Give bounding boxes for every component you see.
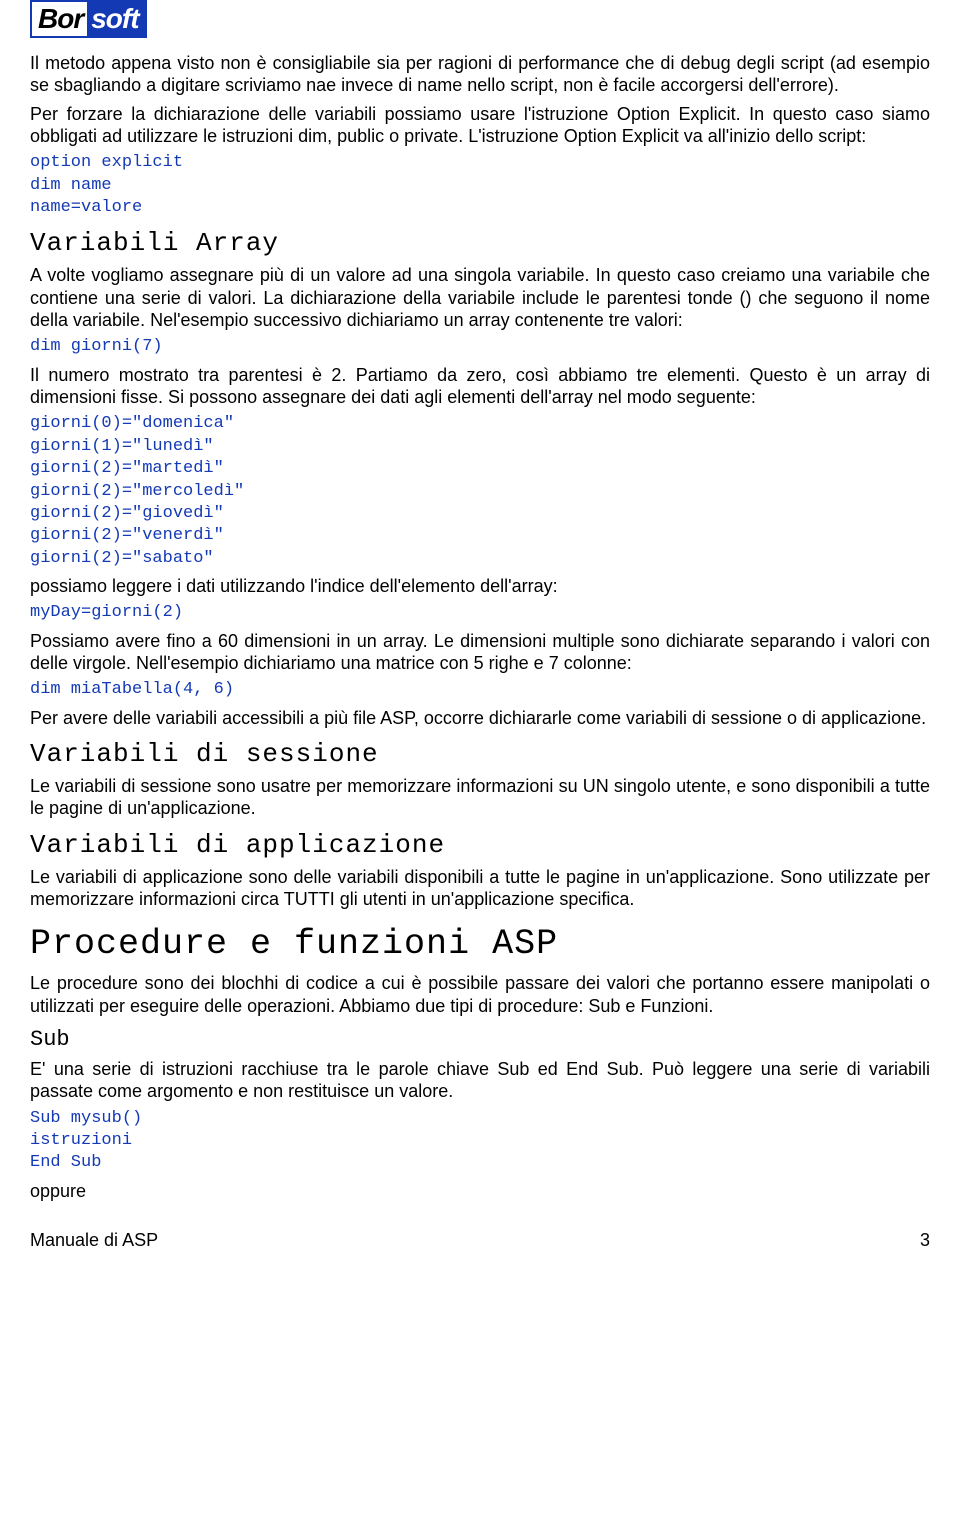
footer: Manuale di ASP 3 xyxy=(30,1230,930,1251)
code-block-myday: myDay=giorni(2) xyxy=(30,603,930,623)
paragraph-procedure-intro: Le procedure sono dei blochhi di codice … xyxy=(30,972,930,1017)
code-block-miatabella: dim miaTabella(4, 6) xyxy=(30,680,930,700)
code-block-sub: Sub mysub() istruzioni End Sub xyxy=(30,1109,930,1174)
code-block-dim-giorni: dim giorni(7) xyxy=(30,337,930,357)
code-line: Sub mysub() xyxy=(30,1109,930,1129)
code-line: giorni(0)="domenica" xyxy=(30,414,930,434)
paragraph-intro: Il metodo appena visto non è consigliabi… xyxy=(30,52,930,97)
code-line: name=valore xyxy=(30,198,930,218)
heading-variabili-sessione: Variabili di sessione xyxy=(30,739,930,769)
code-line: istruzioni xyxy=(30,1131,930,1151)
heading-sub: Sub xyxy=(30,1027,930,1052)
code-line: dim name xyxy=(30,176,930,196)
paragraph-applicazione: Le variabili di applicazione sono delle … xyxy=(30,866,930,911)
code-line: option explicit xyxy=(30,153,930,173)
code-line: giorni(2)="mercoledì" xyxy=(30,482,930,502)
paragraph-array-multidim: Possiamo avere fino a 60 dimensioni in u… xyxy=(30,630,930,675)
code-line: giorni(2)="martedì" xyxy=(30,459,930,479)
paragraph-array-read: possiamo leggere i dati utilizzando l'in… xyxy=(30,575,930,597)
paragraph-array-fixed: Il numero mostrato tra parentesi è 2. Pa… xyxy=(30,364,930,409)
paragraph-oppure: oppure xyxy=(30,1180,930,1202)
code-line: End Sub xyxy=(30,1153,930,1173)
code-line: giorni(2)="sabato" xyxy=(30,549,930,569)
heading-variabili-applicazione: Variabili di applicazione xyxy=(30,830,930,860)
code-block-giorni-assign: giorni(0)="domenica" giorni(1)="lunedì" … xyxy=(30,414,930,569)
code-line: giorni(2)="giovedì" xyxy=(30,504,930,524)
logo-right: soft xyxy=(87,2,144,36)
heading-variabili-array: Variabili Array xyxy=(30,228,930,258)
heading-procedure-funzioni: Procedure e funzioni ASP xyxy=(30,924,930,964)
footer-title: Manuale di ASP xyxy=(30,1230,158,1251)
code-line: dim giorni(7) xyxy=(30,337,930,357)
paragraph-session-app-intro: Per avere delle variabili accessibili a … xyxy=(30,707,930,729)
code-line: myDay=giorni(2) xyxy=(30,603,930,623)
logo-left: Bor xyxy=(32,2,87,36)
logo: Borsoft xyxy=(30,0,147,38)
code-line: giorni(2)="venerdì" xyxy=(30,526,930,546)
code-line: giorni(1)="lunedì" xyxy=(30,437,930,457)
paragraph-array-intro: A volte vogliamo assegnare più di un val… xyxy=(30,264,930,331)
code-line: dim miaTabella(4, 6) xyxy=(30,680,930,700)
paragraph-sub: E' una serie di istruzioni racchiuse tra… xyxy=(30,1058,930,1103)
paragraph-sessione: Le variabili di sessione sono usatre per… xyxy=(30,775,930,820)
paragraph-option-explicit: Per forzare la dichiarazione delle varia… xyxy=(30,103,930,148)
footer-page-number: 3 xyxy=(920,1230,930,1251)
code-block-option-explicit: option explicit dim name name=valore xyxy=(30,153,930,218)
